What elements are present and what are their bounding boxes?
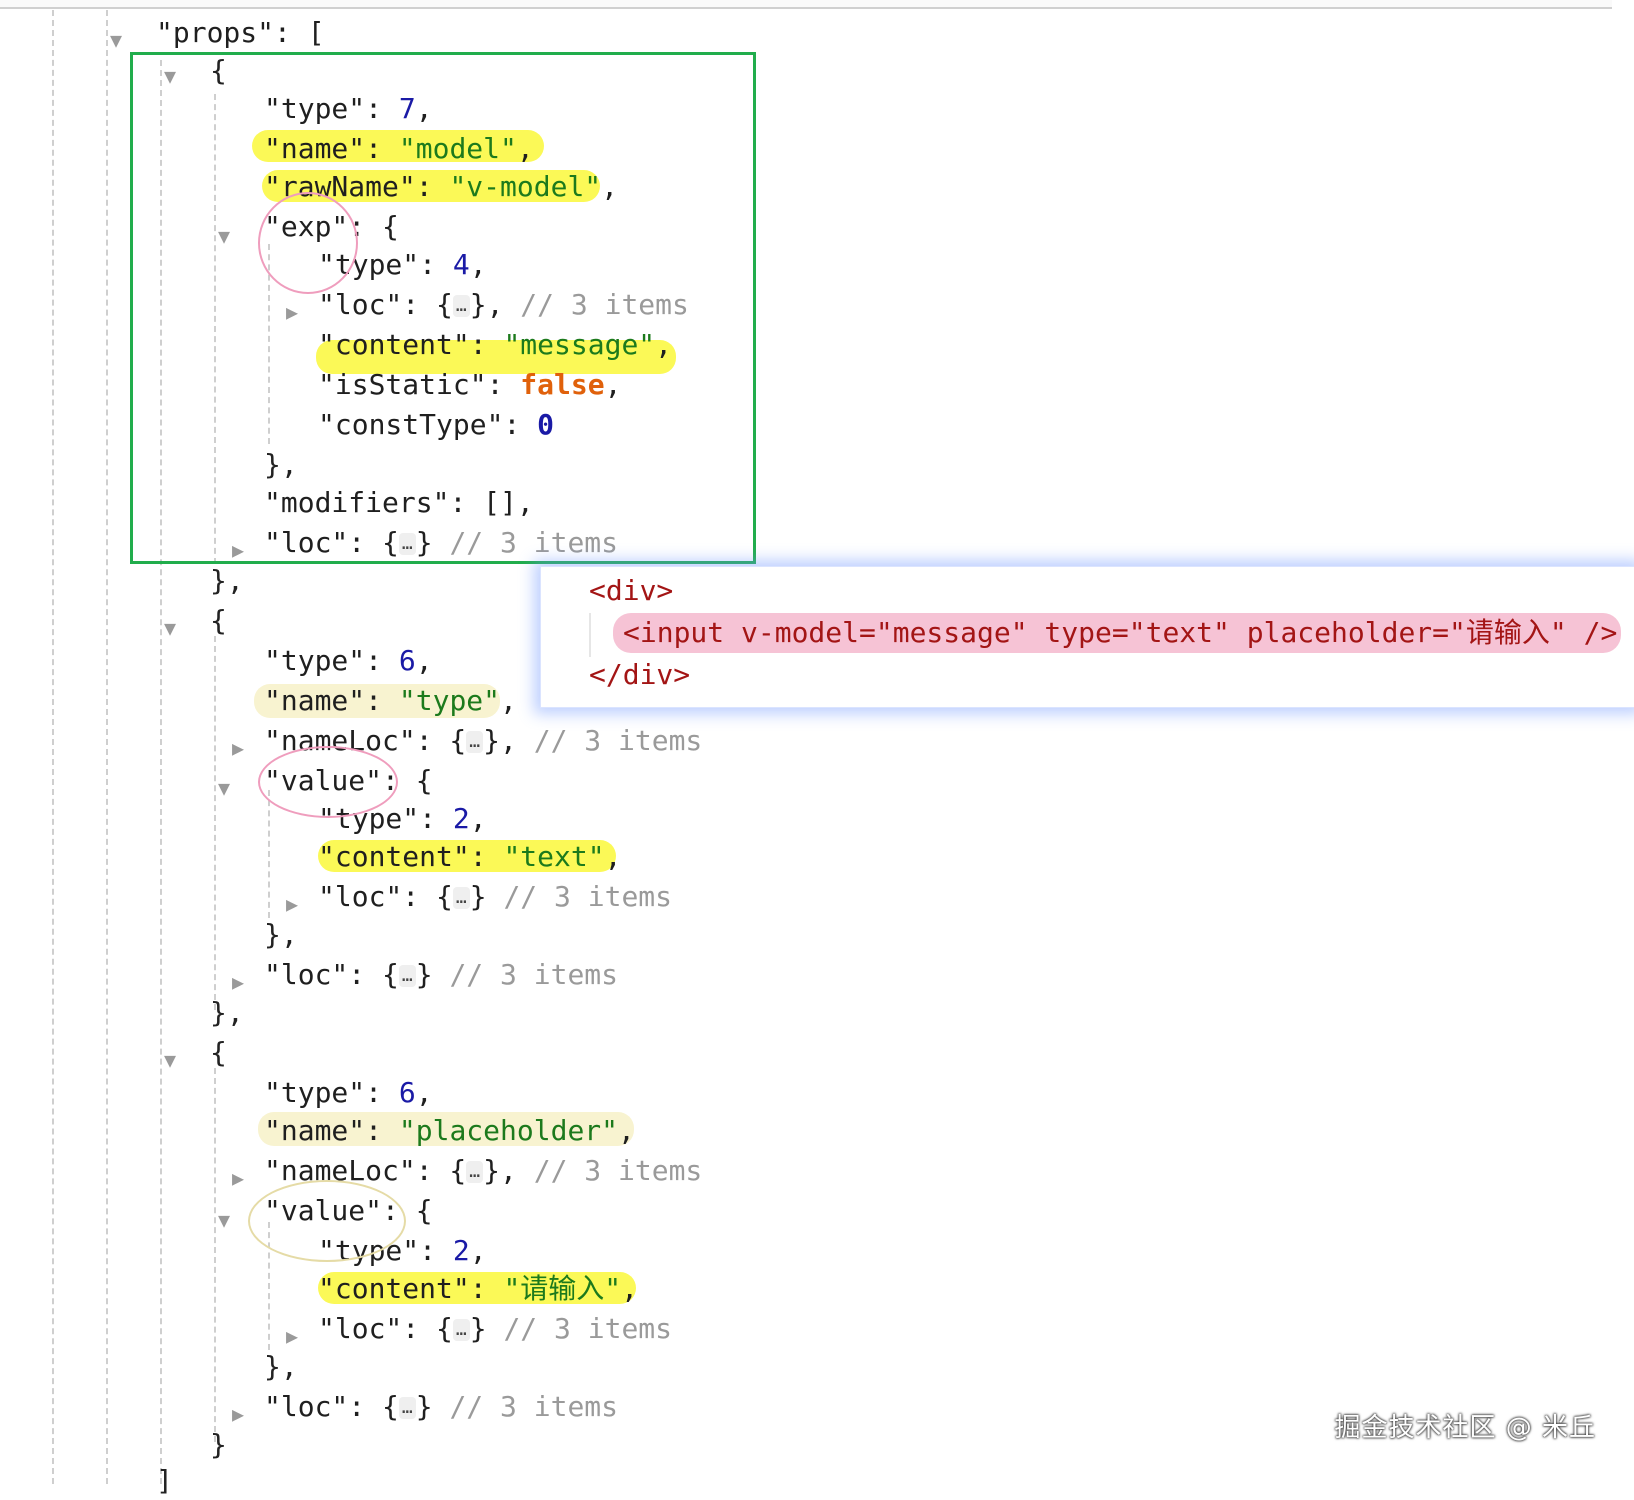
item-count-comment: // 3 items (533, 724, 703, 757)
brace-close: }, (210, 564, 244, 597)
json-key: "content" (318, 840, 470, 873)
item-count-comment: // 3 items (503, 880, 673, 913)
collapsed-ellipsis[interactable]: … (466, 731, 484, 753)
json-key: "loc" (318, 1312, 403, 1345)
indent-guide (214, 1068, 216, 1442)
triangle-down-icon[interactable]: ▼ (164, 618, 176, 638)
json-key: "type" (264, 1076, 366, 1109)
prop1-close: }, (210, 562, 244, 600)
props-key: "props": [ (156, 16, 325, 49)
prop3-open: { (210, 1034, 227, 1072)
prop2-type-line: "type": 6, (264, 644, 433, 677)
json-string: "type" (398, 684, 501, 717)
code-line-input: <input v-model="message" type="text" pla… (623, 616, 1618, 649)
props-key-line: "props": [ (156, 14, 325, 52)
collapsed-ellipsis[interactable]: … (466, 1161, 484, 1183)
item-count-comment: // 3 items (503, 1312, 673, 1345)
prop2-close: }, (210, 994, 244, 1032)
prop3-name-line: "name": "placeholder", (264, 1114, 635, 1147)
json-string: "请输入" (503, 1272, 622, 1305)
value-close: }, (264, 916, 298, 954)
prop2-open: { (210, 602, 227, 640)
collapsed-ellipsis[interactable]: … (452, 887, 470, 909)
brace-close: }, (264, 918, 298, 951)
json-key: "content" (318, 1272, 470, 1305)
brace-open: { (210, 1036, 227, 1069)
triangle-down-icon[interactable]: ▼ (218, 1210, 230, 1230)
value-loc-line: "loc": {…} // 3 items (318, 1312, 673, 1345)
json-number: 2 (452, 1234, 470, 1267)
indent-guide (52, 10, 54, 1484)
item-count-comment: // 3 items (533, 1154, 703, 1187)
triangle-down-icon[interactable]: ▼ (164, 1050, 176, 1070)
brace-close: }, (264, 1350, 298, 1383)
code-popup: <div> <input v-model="message" type="tex… (540, 566, 1634, 708)
json-string: "placeholder" (398, 1114, 619, 1147)
brace-close: } (210, 1428, 227, 1461)
value-loc-line: "loc": {…} // 3 items (318, 880, 673, 913)
json-viewer: ▼ "props": [ ▼ { "type": 7, "name": "mod… (0, 0, 1634, 1497)
code-line-div-close: </div> (589, 658, 691, 691)
props-close: ] (156, 1462, 173, 1500)
prop3-loc-line: "loc": {…} // 3 items (264, 1390, 619, 1423)
json-number: 6 (398, 644, 416, 677)
brace-close: }, (210, 996, 244, 1029)
prop3-type-line: "type": 6, (264, 1076, 433, 1109)
prop2-name-line: "name": "type", (264, 684, 517, 717)
json-string: "text" (503, 840, 605, 873)
json-key: "loc" (318, 880, 403, 913)
triangle-right-icon[interactable]: ▶ (232, 738, 244, 758)
triangle-right-icon[interactable]: ▶ (286, 894, 298, 914)
triangle-down-icon[interactable]: ▼ (218, 778, 230, 798)
circle-annotation (258, 746, 398, 818)
collapsed-ellipsis[interactable]: … (398, 1397, 416, 1419)
circle-annotation (248, 1180, 406, 1262)
item-count-comment: // 3 items (449, 958, 619, 991)
value-content-line: "content": "text", (318, 840, 622, 873)
value-content-line: "content": "请输入", (318, 1272, 639, 1305)
code-line-div-open: <div> (589, 574, 674, 607)
json-number: 6 (398, 1076, 416, 1109)
triangle-right-icon[interactable]: ▶ (232, 1168, 244, 1188)
indent-guide (214, 636, 216, 1010)
value-close: }, (264, 1348, 298, 1386)
indent-guide (268, 790, 270, 918)
indent-guide (589, 613, 591, 657)
bracket-close: ] (156, 1464, 173, 1497)
json-key: "name" (264, 1114, 366, 1147)
triangle-down-icon[interactable]: ▼ (110, 30, 122, 50)
prop3-close: } (210, 1426, 227, 1464)
highlight-box (130, 52, 756, 564)
triangle-right-icon[interactable]: ▶ (232, 1404, 244, 1424)
prop2-loc-line: "loc": {…} // 3 items (264, 958, 619, 991)
json-number: 2 (452, 802, 470, 835)
watermark: 掘金技术社区 @ 米丘 (1334, 1413, 1596, 1443)
collapsed-ellipsis[interactable]: … (452, 1319, 470, 1341)
triangle-right-icon[interactable]: ▶ (286, 1326, 298, 1346)
json-key: "loc" (264, 958, 349, 991)
triangle-right-icon[interactable]: ▶ (232, 972, 244, 992)
brace-open: { (210, 604, 227, 637)
json-key: "loc" (264, 1390, 349, 1423)
json-key: "name" (264, 684, 366, 717)
collapsed-ellipsis[interactable]: … (398, 965, 416, 987)
item-count-comment: // 3 items (449, 1390, 619, 1423)
json-key: "type" (264, 644, 366, 677)
indent-guide (106, 10, 108, 1484)
